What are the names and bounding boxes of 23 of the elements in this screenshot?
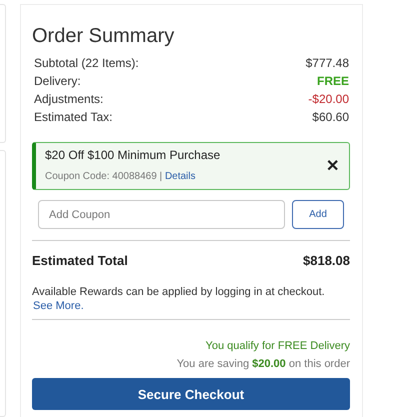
summary-value: FREE	[316, 74, 349, 88]
secure-checkout-button[interactable]: Secure Checkout	[32, 378, 350, 410]
summary-label: Delivery:	[34, 74, 81, 88]
summary-value: -$20.00	[308, 92, 349, 106]
coupon-input[interactable]: Add Coupon	[38, 200, 285, 229]
rewards-text: Available Rewards can be applied by logging in at checkout.	[32, 285, 326, 299]
see-more-link[interactable]: See More.	[33, 299, 84, 313]
saving-note: You are saving $20.00 on this order	[176, 358, 350, 370]
order-summary-title: Order Summary	[32, 25, 176, 48]
details-link[interactable]: Details	[164, 171, 196, 182]
summary-label: Subtotal (22 Items):	[34, 56, 139, 70]
summary-value: $777.48	[306, 56, 349, 70]
summary-label: Estimated Tax:	[34, 110, 112, 124]
delivery-note: You qualify for FREE Delivery	[206, 340, 350, 352]
close-button[interactable]: ✕	[326, 156, 339, 176]
coupon-title: $20 Off $100 Minimum Purchase	[45, 148, 220, 162]
coupon-code: Coupon Code: 40088469	[45, 171, 158, 182]
summary-label: Adjustments:	[34, 92, 104, 106]
summary-value: $60.60	[312, 110, 349, 124]
total-value: $818.08	[303, 253, 350, 268]
add-button[interactable]: Add	[292, 200, 344, 229]
total-label: Estimated Total	[32, 253, 128, 268]
separator: |	[160, 171, 164, 182]
